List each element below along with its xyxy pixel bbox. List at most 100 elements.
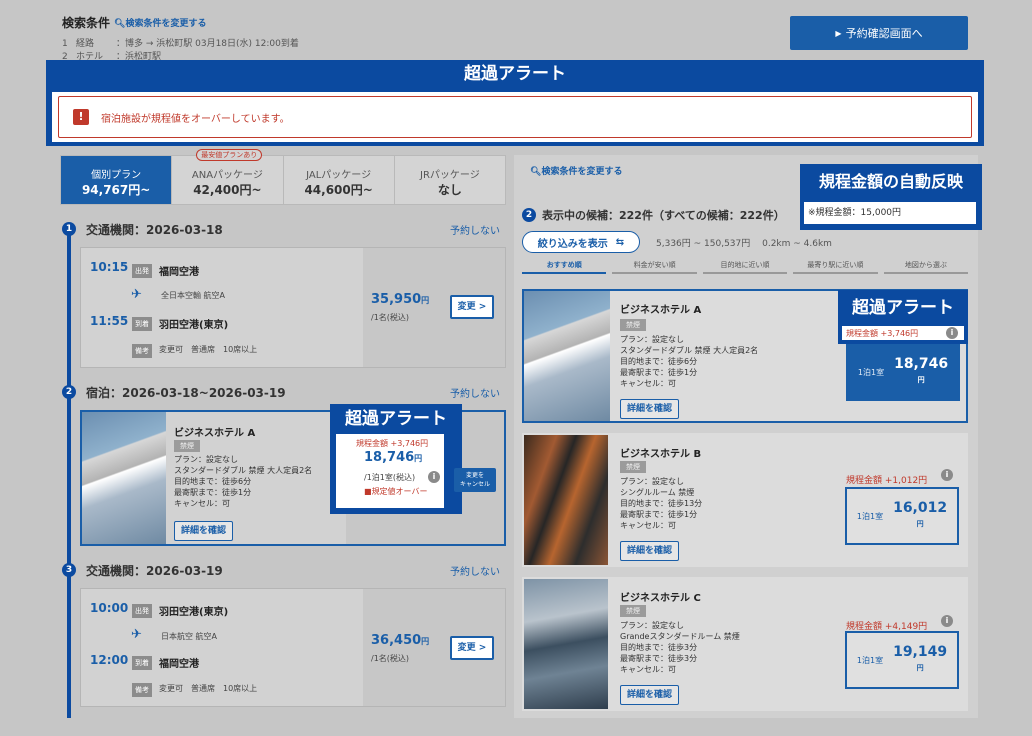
- sort-recommended[interactable]: おすすめ順: [522, 260, 607, 274]
- note-badge: 備考: [132, 683, 152, 697]
- warning-icon: ■: [364, 487, 372, 496]
- row-key: 経路: [76, 39, 95, 49]
- step-number: 2: [62, 385, 76, 399]
- hotel-price-box[interactable]: 1泊1室 19,149 円: [845, 631, 959, 689]
- change-flight-button[interactable]: 変更 >: [450, 295, 494, 319]
- price-unit: 円: [916, 664, 924, 672]
- detail-line: スタンダードダブル 禁煙 大人定員2名: [620, 346, 759, 355]
- skip-reservation-link[interactable]: 予約しない: [450, 385, 500, 400]
- overlay-label: 超過アラート: [330, 404, 462, 434]
- hotel-image: [524, 291, 610, 421]
- hotel-price: 18,746円: [364, 450, 422, 465]
- change-search-link[interactable]: 🔍︎検索条件を変更する: [530, 164, 622, 177]
- skip-reservation-link[interactable]: 予約しない: [450, 222, 500, 237]
- tab-value: 94,767円~: [81, 183, 151, 197]
- change-flight-button[interactable]: 変更 >: [450, 636, 494, 660]
- price-value: 18,746 円: [894, 356, 948, 388]
- view-details-button[interactable]: 詳細を確認: [174, 521, 234, 541]
- departure-badge: 出発: [132, 604, 152, 618]
- info-icon[interactable]: i: [941, 469, 953, 481]
- view-details-button[interactable]: 詳細を確認: [620, 541, 680, 561]
- tab-jr-package[interactable]: JRパッケージ なし: [395, 156, 505, 204]
- hotel-image: [524, 435, 608, 565]
- sort-price[interactable]: 料金が安い順: [612, 260, 697, 274]
- alert-body: ! 宿泊施設が規程値をオーバーしています。: [52, 92, 978, 142]
- airline: 全日本空輸 航空A: [161, 291, 226, 300]
- airplane-icon: ✈: [131, 627, 142, 642]
- hotel-image: [524, 579, 608, 709]
- tab-name: JRパッケージ: [420, 170, 480, 181]
- price-unit: 円: [414, 454, 423, 463]
- non-smoking-badge: 禁煙: [620, 319, 646, 331]
- hotel-name: ビジネスホテル C: [620, 593, 701, 604]
- detail-line: キャンセル：可: [174, 499, 230, 508]
- detail-line: 最寄駅まで：徒歩1分: [620, 510, 698, 519]
- hotel-result-card[interactable]: ビジネスホテル B 禁煙 プラン：設定なし シングルルーム 禁煙 目的地まで：徒…: [522, 433, 968, 567]
- view-details-button[interactable]: 詳細を確認: [620, 399, 680, 419]
- hotel-card: ビジネスホテル A 禁煙 プラン：設定なし スタンダードダブル 禁煙 大人定員2…: [80, 404, 506, 546]
- detail-line: 最寄駅まで：徒歩1分: [620, 368, 698, 377]
- hotel-price-box[interactable]: 1泊1室 16,012 円: [845, 487, 959, 545]
- count-text: 表示中の候補：222件（すべての候補：222件）: [542, 209, 785, 222]
- tab-individual-plan[interactable]: 個別プラン 94,767円~: [61, 156, 173, 204]
- step-title: 宿泊：2026-03-18~2026-03-19: [86, 386, 286, 400]
- go-to-confirmation-button[interactable]: ▶ 予約確認画面へ: [790, 16, 968, 50]
- cancel-label-1: 変更を: [465, 472, 484, 479]
- arrival-badge: 到着: [132, 317, 152, 331]
- price-unit: 円: [916, 520, 924, 528]
- info-icon[interactable]: i: [428, 471, 440, 483]
- show-filters-button[interactable]: 絞り込みを表示 ⇆: [522, 231, 640, 253]
- info-icon[interactable]: i: [941, 615, 953, 627]
- tab-value: なし: [437, 183, 462, 197]
- departure-place: 福岡空港: [159, 267, 199, 278]
- note-badge: 備考: [132, 344, 152, 358]
- search-icon: 🔍︎: [114, 19, 126, 29]
- flight-card: 10:15 出発 福岡空港 ✈ 全日本空輸 航空A 11:55 到着 羽田空港(…: [80, 247, 506, 368]
- price-distance-range: 5,336円 ~ 150,537円 0.2km ~ 4.6km: [656, 239, 832, 249]
- hotel-name: ビジネスホテル B: [620, 449, 702, 460]
- alert-message: 宿泊施設が規程値をオーバーしています。: [101, 113, 290, 125]
- tab-ana-package[interactable]: 最安値プランあり ANAパッケージ 42,400円~: [172, 149, 284, 204]
- sliders-icon: ⇆: [615, 236, 625, 248]
- rule-diff: 規程金額 +3,746円: [356, 439, 429, 448]
- step-number: 3: [62, 563, 76, 577]
- price-amount: 16,012: [893, 500, 948, 516]
- hotel-result-card[interactable]: ビジネスホテル C 禁煙 プラン：設定なし Grandeスタンダードルーム 禁煙…: [522, 577, 968, 711]
- sort-station-distance[interactable]: 最寄り駅に近い順: [793, 260, 878, 274]
- tab-jal-package[interactable]: JALパッケージ 44,600円~: [284, 156, 395, 204]
- detail-line: 目的地まで：徒歩3分: [620, 643, 698, 652]
- non-smoking-badge: 禁煙: [620, 461, 646, 473]
- detail-line: キャンセル：可: [620, 665, 676, 674]
- skip-reservation-link[interactable]: 予約しない: [450, 563, 500, 578]
- price-amount: 18,746: [894, 356, 949, 372]
- departure-time: 10:15: [90, 260, 129, 274]
- hotel-name: ビジネスホテル A: [174, 428, 256, 439]
- row-value: ：博多 → 浜松町駅 03月18日(水) 12:00到着: [116, 39, 299, 49]
- detail-line: 目的地まで：徒歩6分: [174, 477, 252, 486]
- sort-map[interactable]: 地図から選ぶ: [883, 260, 969, 274]
- summary-row-route: 1 経路 ：博多 → 浜松町駅 03月18日(水) 12:00到着: [62, 38, 299, 51]
- detail-line: 目的地まで：徒歩13分: [620, 499, 703, 508]
- cancel-change-button[interactable]: 変更を キャンセル: [454, 468, 496, 492]
- airplane-icon: ✈: [131, 287, 142, 302]
- plan-tabs: 個別プラン 94,767円~ 最安値プランあり ANAパッケージ 42,400円…: [60, 149, 506, 205]
- change-search-link[interactable]: 🔍︎検索条件を変更する: [114, 16, 206, 29]
- arrival-time: 11:55: [90, 314, 129, 328]
- detail-line: プラン：設定なし: [174, 455, 238, 464]
- non-smoking-badge: 禁煙: [620, 605, 646, 617]
- price-unit: 円: [421, 637, 430, 646]
- warning-icon: !: [73, 109, 89, 125]
- price-amount: 19,149: [893, 644, 948, 660]
- sort-destination-distance[interactable]: 目的地に近い順: [702, 260, 788, 274]
- auto-reflect-callout: 規程金額の自動反映 ※規程金額：15,000円: [800, 164, 982, 230]
- auto-reflect-label: 規程金額の自動反映: [818, 172, 963, 191]
- detail-line: キャンセル：可: [620, 521, 676, 530]
- search-icon: 🔍︎: [530, 167, 542, 177]
- sort-tabs: おすすめ順 料金が安い順 目的地に近い順 最寄り駅に近い順 地図から選ぶ: [522, 260, 969, 274]
- hotel-price-box[interactable]: 1泊1室 18,746 円: [846, 343, 960, 401]
- hotel-details: プラン：設定なし スタンダードダブル 禁煙 大人定員2名 目的地まで：徒歩6分 …: [620, 334, 758, 389]
- cancel-label-2: キャンセル: [459, 481, 490, 488]
- detail-line: Grandeスタンダードルーム 禁煙: [620, 632, 740, 641]
- info-icon[interactable]: i: [946, 327, 958, 339]
- view-details-button[interactable]: 詳細を確認: [620, 685, 680, 705]
